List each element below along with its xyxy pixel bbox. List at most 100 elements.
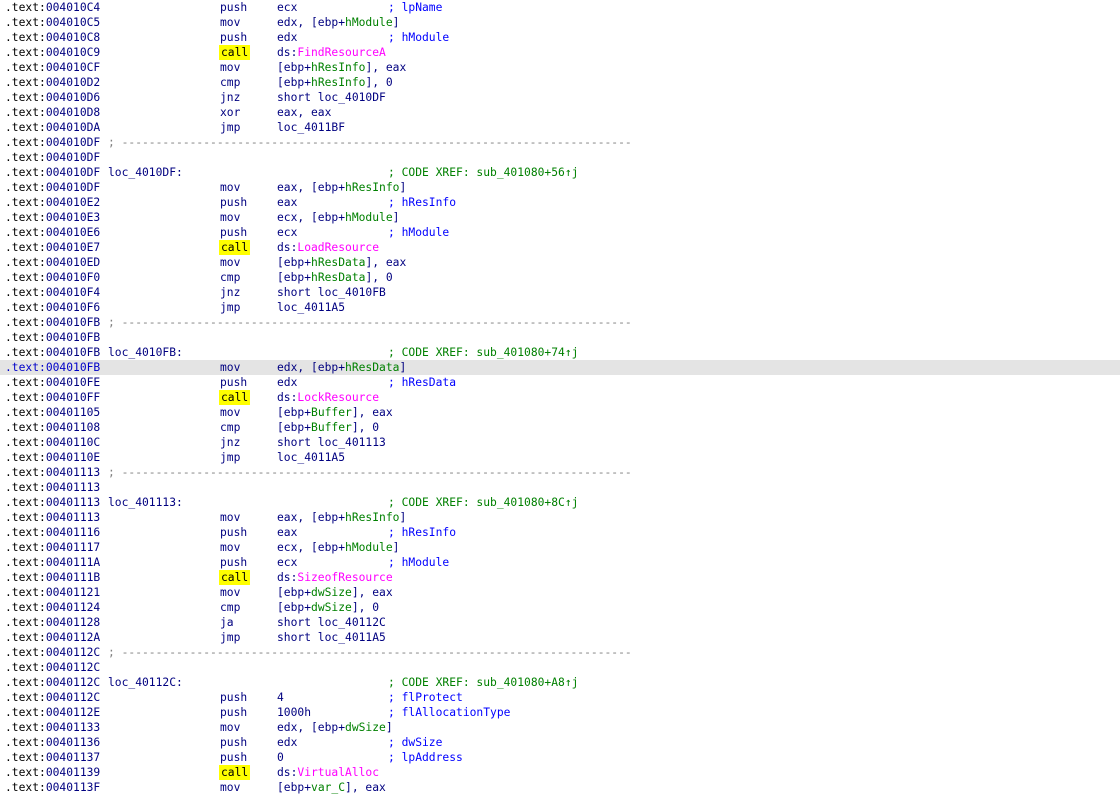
mnemonic[interactable]: mov	[220, 60, 240, 75]
stack-variable[interactable]: hResData	[311, 271, 365, 284]
mnemonic[interactable]: jnz	[220, 90, 240, 105]
xref-comment[interactable]: ; CODE XREF: sub_401080+8C↑j	[388, 495, 578, 510]
line-address[interactable]: .text:004010FB	[5, 330, 100, 345]
line-address[interactable]: .text:00401113	[5, 480, 100, 495]
code-line[interactable]: .text:0040111B call ds:SizeofResource	[0, 570, 1120, 585]
mnemonic[interactable]: jmp	[220, 120, 240, 135]
stack-variable[interactable]: dwSize	[311, 586, 352, 599]
code-line[interactable]: .text:004010C9 call ds:FindResourceA	[0, 45, 1120, 60]
code-line[interactable]: .text:00401113	[0, 480, 1120, 495]
operands[interactable]: ds:FindResourceA	[277, 45, 386, 60]
line-address[interactable]: .text:004010C5	[5, 15, 100, 30]
operands[interactable]: loc_4011A5	[277, 450, 345, 465]
code-line[interactable]: .text:00401116 push eax ; hResInfo	[0, 525, 1120, 540]
line-address[interactable]: .text:00401113	[5, 495, 100, 510]
line-address[interactable]: .text:0040111B	[5, 570, 100, 585]
imported-function[interactable]: FindResourceA	[297, 46, 385, 59]
stack-variable[interactable]: hModule	[345, 541, 393, 554]
mnemonic[interactable]: push	[220, 195, 247, 210]
code-line[interactable]: .text:004010DF loc_4010DF: ; CODE XREF: su…	[0, 165, 1120, 180]
code-line[interactable]: .text:00401139 call ds:VirtualAlloc	[0, 765, 1120, 780]
mnemonic[interactable]: push	[220, 690, 247, 705]
line-address[interactable]: .text:004010FB	[5, 345, 100, 360]
code-line[interactable]: .text:004010FE push edx ; hResData	[0, 375, 1120, 390]
mnemonic[interactable]: push	[220, 525, 247, 540]
operands[interactable]: ecx, [ebp+hModule]	[277, 540, 399, 555]
line-address[interactable]: .text:004010D8	[5, 105, 100, 120]
line-address[interactable]: .text:00401113	[5, 465, 100, 480]
code-line[interactable]: .text:00401133 mov edx, [ebp+dwSize]	[0, 720, 1120, 735]
code-line[interactable]: .text:00401128 ja short loc_40112C	[0, 615, 1120, 630]
line-address[interactable]: .text:00401128	[5, 615, 100, 630]
mnemonic[interactable]: push	[220, 0, 247, 15]
line-address[interactable]: .text:0040110C	[5, 435, 100, 450]
operands[interactable]: ecx	[277, 225, 297, 240]
stack-variable[interactable]: hModule	[345, 211, 393, 224]
line-address[interactable]: .text:004010DF	[5, 150, 100, 165]
mnemonic[interactable]: push	[220, 555, 247, 570]
mnemonic[interactable]: push	[220, 705, 247, 720]
operands[interactable]: [ebp+Buffer], 0	[277, 420, 379, 435]
operands[interactable]: ds:VirtualAlloc	[277, 765, 379, 780]
code-line[interactable]: .text:00401124 cmp [ebp+dwSize], 0	[0, 600, 1120, 615]
mnemonic[interactable]: push	[220, 375, 247, 390]
line-address[interactable]: .text:004010DA	[5, 120, 100, 135]
stack-variable[interactable]: hResInfo	[345, 511, 399, 524]
imported-function[interactable]: VirtualAlloc	[297, 766, 379, 779]
line-address[interactable]: .text:004010FB	[5, 315, 100, 330]
mnemonic[interactable]: jnz	[220, 435, 240, 450]
stack-variable[interactable]: dwSize	[311, 601, 352, 614]
line-address[interactable]: .text:004010C8	[5, 30, 100, 45]
operands[interactable]: edx	[277, 30, 297, 45]
operands[interactable]: loc_4011A5	[277, 300, 345, 315]
line-address[interactable]: .text:0040112A	[5, 630, 100, 645]
code-label[interactable]: loc_4010FB:	[108, 345, 183, 360]
code-line[interactable]: .text:0040112C push 4 ; flProtect	[0, 690, 1120, 705]
line-address[interactable]: .text:0040111A	[5, 555, 100, 570]
stack-variable[interactable]: hResData	[311, 256, 365, 269]
operands[interactable]: ds:LoadResource	[277, 240, 379, 255]
code-line[interactable]: .text:004010E3 mov ecx, [ebp+hModule]	[0, 210, 1120, 225]
line-address[interactable]: .text:004010FB	[5, 360, 100, 375]
line-address[interactable]: .text:0040112C	[5, 660, 100, 675]
code-line[interactable]: .text:0040110E jmp loc_4011A5	[0, 450, 1120, 465]
code-line[interactable]: .text:004010F0 cmp [ebp+hResData], 0	[0, 270, 1120, 285]
xref-comment[interactable]: ; CODE XREF: sub_401080+A8↑j	[388, 675, 578, 690]
mnemonic[interactable]: mov	[220, 585, 240, 600]
code-line[interactable]: .text:004010DF ; ------------------------…	[0, 135, 1120, 150]
operands[interactable]: edx, [ebp+dwSize]	[277, 720, 393, 735]
mnemonic[interactable]: xor	[220, 105, 240, 120]
operands[interactable]: eax, [ebp+hResInfo]	[277, 180, 406, 195]
mnemonic[interactable]: push	[220, 30, 247, 45]
code-line[interactable]: .text:00401121 mov [ebp+dwSize], eax	[0, 585, 1120, 600]
operands[interactable]: eax, eax	[277, 105, 331, 120]
mnemonic[interactable]: mov	[220, 360, 240, 375]
code-line[interactable]: .text:0040112E push 1000h ; flAllocationTyp…	[0, 705, 1120, 720]
line-address[interactable]: .text:004010FE	[5, 375, 100, 390]
line-address[interactable]: .text:004010FF	[5, 390, 100, 405]
code-line[interactable]: .text:004010ED mov [ebp+hResData], eax	[0, 255, 1120, 270]
operands[interactable]: [ebp+Buffer], eax	[277, 405, 393, 420]
line-address[interactable]: .text:004010ED	[5, 255, 100, 270]
mnemonic[interactable]: push	[220, 225, 247, 240]
code-line[interactable]: .text:004010F6 jmp loc_4011A5	[0, 300, 1120, 315]
mnemonic[interactable]: mov	[220, 780, 240, 795]
operands[interactable]: ecx	[277, 0, 297, 15]
code-line[interactable]: .text:004010D2 cmp [ebp+hResInfo], 0	[0, 75, 1120, 90]
stack-variable[interactable]: var_C	[311, 781, 345, 794]
line-address[interactable]: .text:00401113	[5, 510, 100, 525]
operands[interactable]: [ebp+hResInfo], eax	[277, 60, 406, 75]
mnemonic[interactable]: push	[220, 750, 247, 765]
code-label[interactable]: loc_40112C:	[108, 675, 183, 690]
imported-function[interactable]: LockResource	[297, 391, 379, 404]
line-address[interactable]: .text:0040112E	[5, 705, 100, 720]
line-address[interactable]: .text:0040110E	[5, 450, 100, 465]
line-address[interactable]: .text:004010DF	[5, 165, 100, 180]
mnemonic[interactable]: mov	[220, 510, 240, 525]
xref-comment[interactable]: ; CODE XREF: sub_401080+74↑j	[388, 345, 578, 360]
code-line[interactable]: .text:00401117 mov ecx, [ebp+hModule]	[0, 540, 1120, 555]
operands[interactable]: short loc_4010DF	[277, 90, 386, 105]
mnemonic[interactable]: cmp	[220, 600, 240, 615]
operands[interactable]: short loc_401113	[277, 435, 386, 450]
code-line[interactable]: .text:0040110C jnz short loc_401113	[0, 435, 1120, 450]
